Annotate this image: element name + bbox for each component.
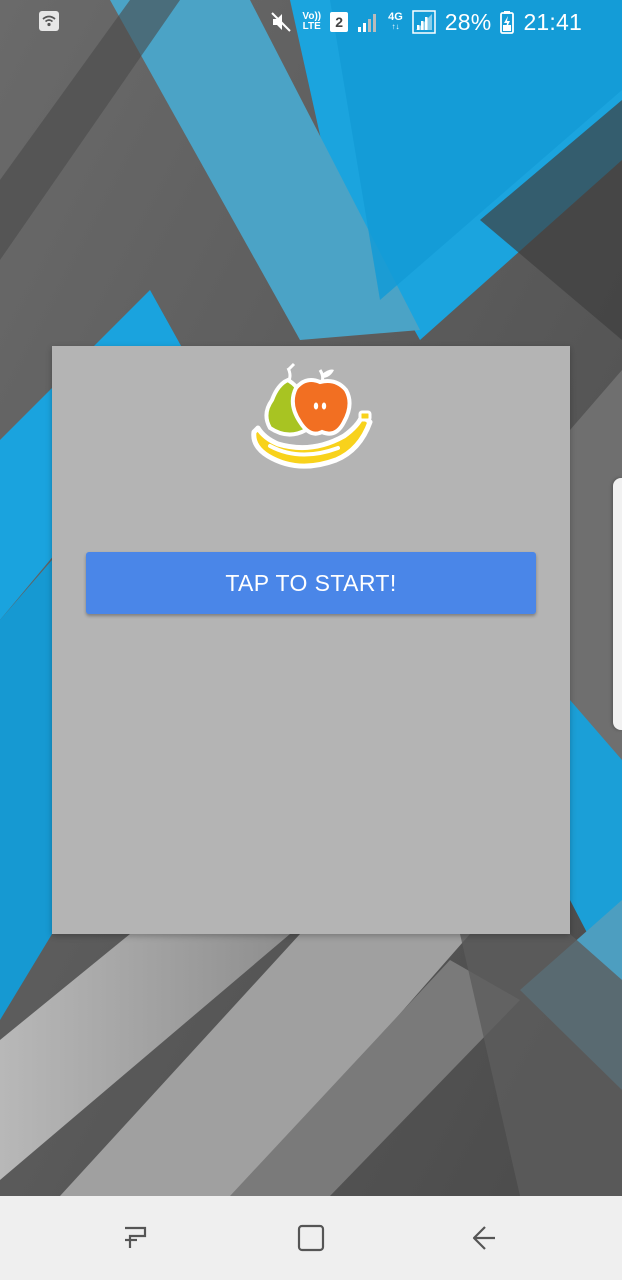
home-icon[interactable] bbox=[289, 1216, 333, 1260]
battery-percent: 28% bbox=[444, 9, 492, 35]
battery-charging-icon bbox=[500, 10, 515, 34]
fruit-bowl-logo-icon bbox=[248, 356, 376, 476]
sim-2-icon: 2 bbox=[330, 12, 349, 32]
4g-data-icon: 4G ↑↓ bbox=[388, 11, 403, 32]
back-icon[interactable] bbox=[463, 1216, 507, 1260]
mute-icon bbox=[269, 10, 293, 34]
edge-panel-handle[interactable] bbox=[613, 478, 622, 730]
status-icons: Vo)) LTE 2 4G ↑↓ 28% 21:41 bbox=[269, 8, 582, 36]
signal-icon bbox=[357, 11, 379, 33]
status-bar: Vo)) LTE 2 4G ↑↓ 28% 21:41 bbox=[0, 0, 622, 44]
screen: Vo)) LTE 2 4G ↑↓ 28% 21:41 TAP TO START! bbox=[0, 0, 622, 1280]
volte-icon: Vo)) LTE bbox=[302, 11, 322, 32]
clock: 21:41 bbox=[523, 9, 582, 35]
wifi-call-icon bbox=[38, 10, 60, 32]
start-dialog: TAP TO START! bbox=[52, 346, 570, 934]
recent-apps-icon[interactable] bbox=[115, 1216, 159, 1260]
signal-icon bbox=[412, 10, 436, 34]
tap-to-start-button[interactable]: TAP TO START! bbox=[86, 552, 536, 614]
navigation-bar bbox=[0, 1196, 622, 1280]
